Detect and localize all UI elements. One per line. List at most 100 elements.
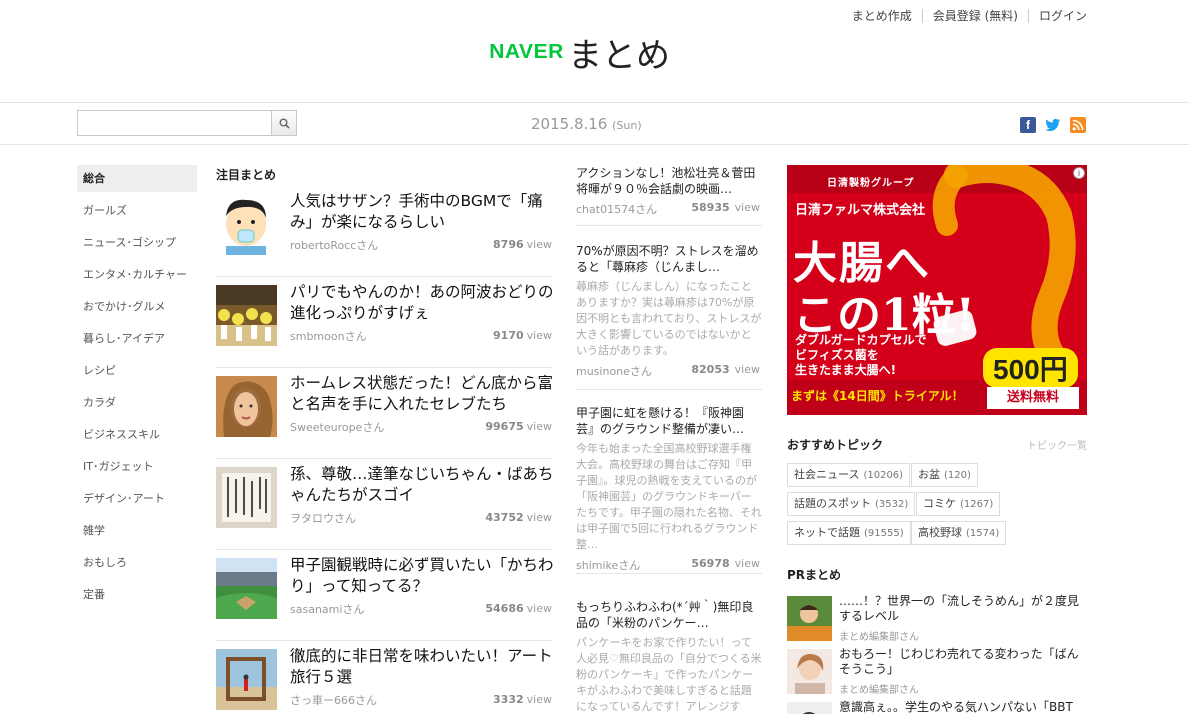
- pr-item-title[interactable]: 意識高ぇ。。学生のやる気ハンパない「BBT: [839, 700, 1085, 714]
- featured-item-title[interactable]: 甲子園観戦時に必ず買いたい「かちわり」って知ってる？: [290, 555, 555, 597]
- advertisement[interactable]: 日清製粉グループ 日清ファルマ株式会社 大腸へ この1粒! ダブルガードカプセル…: [787, 165, 1087, 415]
- featured-thumbnail[interactable]: [216, 467, 277, 528]
- toolbar: 2015.8.16 (Sun) f: [0, 104, 1189, 145]
- middle-list-item[interactable]: 70%が原因不明？ストレスを溜めると「蕁麻疹（じんまし… 蕁麻疹（じんましん）にな…: [576, 243, 762, 390]
- nav-item[interactable]: レシピ: [77, 357, 197, 389]
- topic-tag[interactable]: ネットで話題 (91555): [787, 521, 911, 545]
- featured-item-author[interactable]: ヲタロウさん: [290, 510, 356, 526]
- view-label: view: [734, 201, 760, 214]
- middle-item-meta: chat01574さん 58935 view: [576, 201, 762, 217]
- topic-tag[interactable]: 社会ニュース (10206): [787, 463, 911, 487]
- share-icons: f: [1020, 117, 1086, 133]
- featured-item-author[interactable]: smbmoonさん: [290, 328, 367, 344]
- topic-tag[interactable]: 話題のスポット (3532): [787, 492, 916, 516]
- twitter-icon[interactable]: [1045, 117, 1061, 133]
- pr-item-author: まとめ編集部さん: [839, 685, 919, 696]
- topic-tag-label: お盆: [918, 468, 940, 481]
- featured-item-title[interactable]: ホームレス状態だった！どん底から富と名声を手に入れたセレブたち: [290, 373, 555, 415]
- facebook-icon[interactable]: f: [1020, 117, 1036, 133]
- nav-item[interactable]: デザイン･アート: [77, 485, 197, 517]
- middle-item-meta: shimikeさん 56978 view: [576, 557, 762, 573]
- view-label: view: [526, 511, 552, 524]
- middle-item-title[interactable]: もっちりふわふわ(*´艸｀)無印良品の「米粉のパンケー…: [576, 599, 762, 631]
- featured-item[interactable]: 甲子園観戦時に必ず買いたい「かちわり」って知ってる？ sasanamiさん 5468…: [216, 555, 555, 641]
- featured-item[interactable]: 人気はサザン？手術中のBGMで「痛み」が楽になるらしい robertoRoccさん…: [216, 191, 555, 277]
- ad-company: 日清ファルマ株式会社: [795, 203, 926, 218]
- featured-item[interactable]: ホームレス状態だった！どん底から富と名声を手に入れたセレブたち Sweeteuro…: [216, 373, 555, 459]
- view-count: 8796: [493, 238, 524, 251]
- middle-item-title[interactable]: アクションなし！池松壮亮＆菅田将暉が９０％会話劇の映画…: [576, 165, 762, 197]
- register-link[interactable]: 会員登録 (無料): [921, 9, 1028, 23]
- featured-item-author[interactable]: Sweeteuropeさん: [290, 419, 384, 435]
- ad-price: 500円: [983, 348, 1078, 388]
- pr-item[interactable]: ……！？世界一の「流しそうめん」が２度見するレベルまとめ編集部さん: [787, 594, 1087, 643]
- nav-item[interactable]: ビジネススキル: [77, 421, 197, 453]
- featured-item-author[interactable]: さっ車ー666さん: [290, 692, 377, 708]
- featured-item-title[interactable]: 人気はサザン？手術中のBGMで「痛み」が楽になるらしい: [290, 191, 555, 233]
- topic-tag[interactable]: コミケ (1267): [916, 492, 1001, 516]
- middle-item-title[interactable]: 70%が原因不明？ストレスを溜めると「蕁麻疹（じんまし…: [576, 243, 762, 275]
- search-icon: [279, 118, 290, 129]
- pr-item-author: まとめ編集部さん: [839, 632, 919, 643]
- featured-item-title[interactable]: パリでもやんのか！あの阿波おどりの進化っぷりがすげぇ: [290, 282, 555, 324]
- middle-item-author[interactable]: shimikeさん: [576, 559, 640, 572]
- featured-item[interactable]: パリでもやんのか！あの阿波おどりの進化っぷりがすげぇ smbmoonさん 9170 v…: [216, 282, 555, 368]
- nav-item[interactable]: 暮らし･アイデア: [77, 325, 197, 357]
- login-link[interactable]: ログイン: [1027, 9, 1087, 23]
- middle-item-author[interactable]: musinoneさん: [576, 365, 652, 378]
- pr-title: PRまとめ: [787, 568, 842, 582]
- view-count: 82053: [691, 363, 730, 376]
- pr-item-title[interactable]: おもろー！じわじわ売れてる変わった「ばんそうこう」: [839, 647, 1085, 677]
- ad-banner[interactable]: 日清製粉グループ 日清ファルマ株式会社 大腸へ この1粒! ダブルガードカプセル…: [787, 165, 1087, 415]
- pr-item-title[interactable]: ……！？世界一の「流しそうめん」が２度見するレベル: [839, 594, 1085, 624]
- featured-item-views: 3332 view: [493, 693, 552, 706]
- middle-item-author[interactable]: chat01574さん: [576, 203, 657, 216]
- pr-thumbnail[interactable]: [787, 649, 832, 694]
- nav-item[interactable]: 総合: [77, 165, 197, 192]
- nav-item[interactable]: ニュース･ゴシップ: [77, 229, 197, 261]
- nav-item[interactable]: 定番: [77, 581, 197, 613]
- search-button[interactable]: [272, 110, 297, 136]
- featured-thumbnail[interactable]: [216, 376, 277, 437]
- nav-item[interactable]: おでかけ･グルメ: [77, 293, 197, 325]
- header-links: まとめ作成 会員登録 (無料) ログイン: [842, 9, 1087, 23]
- nav-item[interactable]: ガールズ: [77, 197, 197, 229]
- featured-thumbnail[interactable]: [216, 285, 277, 346]
- middle-item-title[interactable]: 甲子園に虹を懸ける！『阪神園芸』のグラウンド整備が凄い…: [576, 405, 762, 437]
- view-count: 58935: [691, 201, 730, 214]
- featured-item[interactable]: 徹底的に非日常を味わいたい！アート旅行５選さっ車ー666さん 3332 view: [216, 646, 555, 714]
- featured-thumbnail[interactable]: [216, 558, 277, 619]
- middle-list-item[interactable]: アクションなし！池松壮亮＆菅田将暉が９０％会話劇の映画… chat01574さん 5…: [576, 165, 762, 226]
- topics-title: おすすめトピック: [787, 438, 884, 452]
- site-header: まとめ作成 会員登録 (無料) ログイン NAVER まとめ: [0, 0, 1189, 103]
- featured-section: 注目まとめ: [216, 166, 552, 183]
- featured-item-title[interactable]: 孫、尊敬…達筆なじいちゃん・ばあちゃんたちがスゴイ: [290, 464, 555, 506]
- topic-tag[interactable]: 高校野球 (1574): [911, 521, 1007, 545]
- middle-list-item[interactable]: もっちりふわふわ(*´艸｀)無印良品の「米粉のパンケー… パンケーキをお家で作りた…: [576, 599, 762, 714]
- pr-thumbnail[interactable]: [787, 702, 832, 714]
- pr-item[interactable]: 意識高ぇ。。学生のやる気ハンパない「BBT: [787, 700, 1087, 714]
- featured-item-title[interactable]: 徹底的に非日常を味わいたい！アート旅行５選: [290, 646, 555, 688]
- featured-item-author[interactable]: sasanamiさん: [290, 601, 364, 617]
- nav-item[interactable]: エンタメ･カルチャー: [77, 261, 197, 293]
- featured-item[interactable]: 孫、尊敬…達筆なじいちゃん・ばあちゃんたちがスゴイ ヲタロウさん 43752 view: [216, 464, 555, 550]
- topic-tag[interactable]: お盆 (120): [911, 463, 978, 487]
- featured-thumbnail[interactable]: [216, 194, 277, 255]
- nav-item[interactable]: IT･ガジェット: [77, 453, 197, 485]
- pr-thumbnail[interactable]: [787, 596, 832, 641]
- search-input[interactable]: [77, 110, 272, 136]
- topic-tag-label: ネットで話題: [794, 526, 860, 539]
- topics-list-link[interactable]: トピック一覧: [1027, 437, 1087, 452]
- nav-item[interactable]: 雑学: [77, 517, 197, 549]
- featured-thumbnail[interactable]: [216, 649, 277, 710]
- site-logo[interactable]: NAVER まとめ: [489, 28, 670, 77]
- ad-info-icon[interactable]: i: [1073, 167, 1085, 179]
- rss-icon[interactable]: [1070, 117, 1086, 133]
- view-label: view: [734, 557, 760, 570]
- featured-item-author[interactable]: robertoRoccさん: [290, 237, 378, 253]
- nav-item[interactable]: おもしろ: [77, 549, 197, 581]
- nav-item[interactable]: カラダ: [77, 389, 197, 421]
- create-matome-link[interactable]: まとめ作成: [842, 9, 922, 23]
- pr-item[interactable]: おもろー！じわじわ売れてる変わった「ばんそうこう」まとめ編集部さん: [787, 647, 1087, 696]
- middle-list-item[interactable]: 甲子園に虹を懸ける！『阪神園芸』のグラウンド整備が凄い… 今年も始まった全国高校野…: [576, 405, 762, 574]
